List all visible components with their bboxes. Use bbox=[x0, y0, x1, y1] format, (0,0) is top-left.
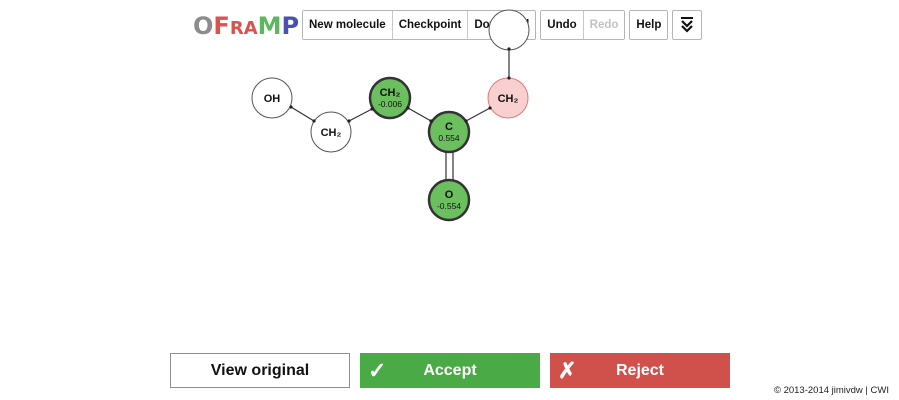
view-original-label: View original bbox=[210, 361, 310, 379]
copyright-footer: © 2013-2014 jimivdw | CWI bbox=[773, 385, 889, 396]
bond-ch2b-c bbox=[407, 107, 432, 122]
reject-button[interactable]: ✗ Reject bbox=[550, 353, 730, 388]
atom-ch2c[interactable]: CH₂ bbox=[487, 77, 529, 119]
atom-ch2b-charge: -0.006 bbox=[378, 99, 402, 109]
atom-c-charge: 0.554 bbox=[438, 133, 460, 143]
reject-label: Reject bbox=[615, 361, 665, 379]
bond-oh-ch2a bbox=[290, 106, 315, 122]
atom-ch2b-label: CH₂ bbox=[380, 87, 401, 99]
bond-c-ch2c bbox=[465, 107, 491, 122]
atom-c-label: C bbox=[445, 121, 453, 133]
cross-icon: ✗ bbox=[558, 358, 577, 383]
atom-oh[interactable]: OH bbox=[251, 77, 293, 119]
accept-label: Accept bbox=[423, 361, 477, 379]
atom-ch2a-label: CH₂ bbox=[321, 127, 342, 139]
atom-ch2b[interactable]: CH₂ -0.006 bbox=[368, 76, 412, 120]
atom-o-label: O bbox=[445, 189, 454, 201]
atom-oh-label: OH bbox=[264, 93, 281, 105]
molecule-canvas[interactable]: OH CH₂ CH₂ -0.006 C 0.554 O -0.554 CH₂ bbox=[0, 0, 899, 400]
bond-ch2a-ch2b bbox=[348, 108, 373, 122]
checkmark-icon: ✓ bbox=[368, 358, 387, 383]
atom-ch2c-label: CH₂ bbox=[498, 93, 519, 105]
view-original-button[interactable]: View original bbox=[170, 353, 350, 388]
atom-c[interactable]: C 0.554 bbox=[427, 110, 471, 154]
atom-ch2a[interactable]: CH₂ bbox=[310, 111, 352, 153]
atom-o[interactable]: O -0.554 bbox=[427, 178, 471, 222]
atom-o-charge: -0.554 bbox=[437, 201, 461, 211]
accept-button[interactable]: ✓ Accept bbox=[360, 353, 540, 388]
atom-top[interactable] bbox=[488, 9, 530, 51]
